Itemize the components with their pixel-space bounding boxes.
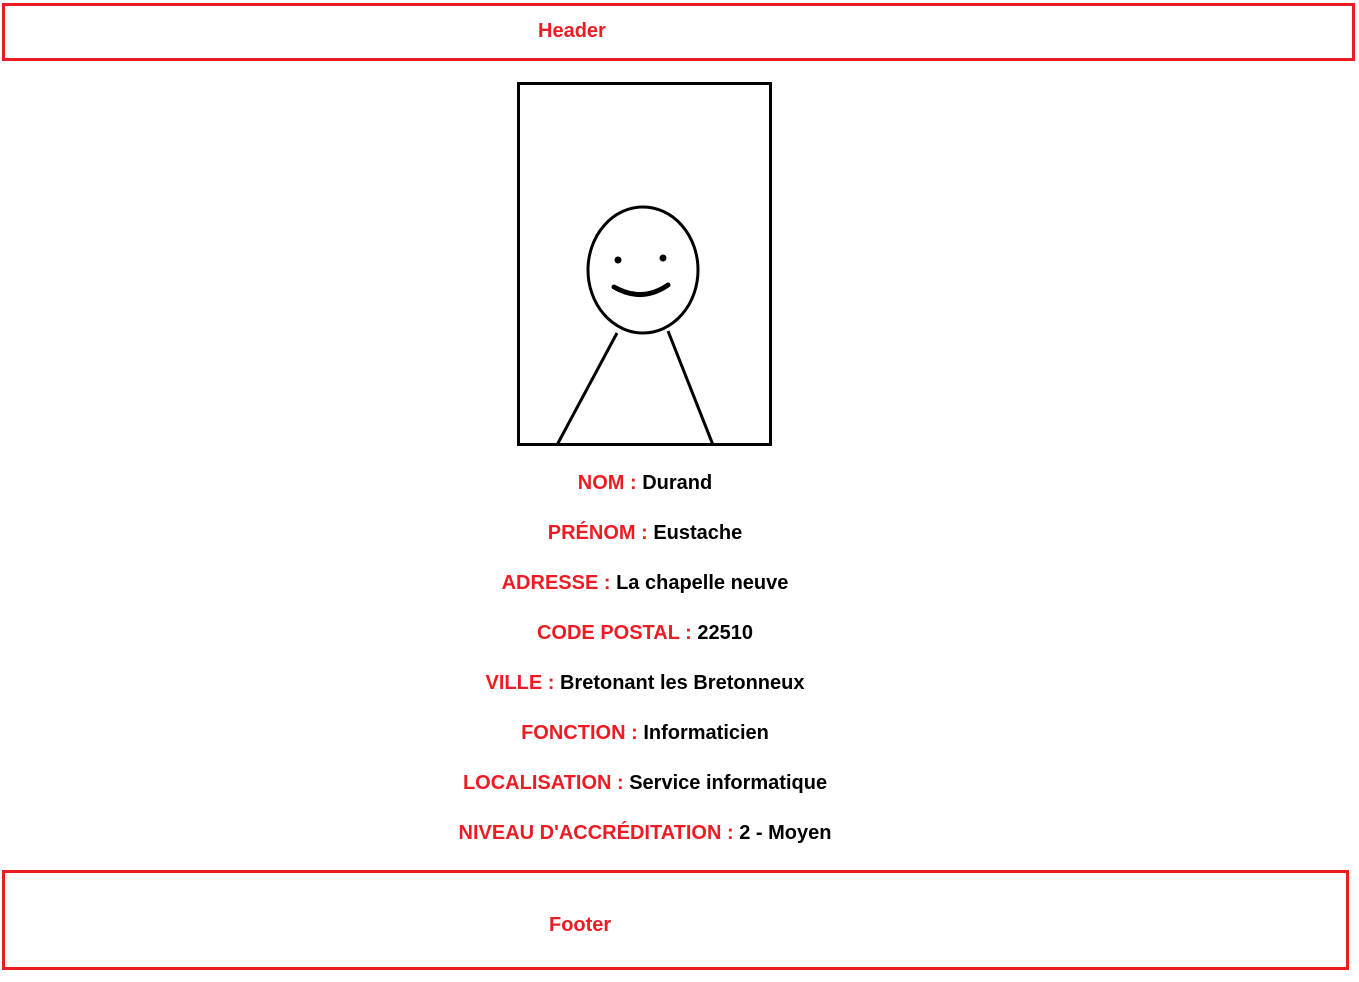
field-ville: VILLE : Bretonant les Bretonneux: [0, 670, 1290, 720]
field-label: CODE POSTAL :: [536, 622, 698, 644]
footer-label: Footer: [549, 914, 612, 936]
field-fonction: FONCTION : Informaticien: [0, 720, 1290, 770]
field-nom: NOM : Durand: [0, 470, 1290, 520]
footer-box: [2, 870, 1349, 970]
header-box: [2, 3, 1355, 61]
field-prenom: PRÉNOM : Eustache: [0, 520, 1290, 570]
field-label: NOM :: [577, 472, 643, 494]
header-label: Header: [538, 20, 606, 42]
field-label: NIVEAU D'ACCRÉDITATION :: [458, 822, 740, 844]
field-value: Durand: [642, 472, 713, 494]
field-value: Eustache: [653, 522, 743, 544]
field-value: La chapelle neuve: [616, 572, 789, 594]
field-value: Informaticien: [643, 722, 769, 744]
field-adresse: ADRESSE : La chapelle neuve: [0, 570, 1290, 620]
field-label: ADRESSE :: [501, 572, 617, 594]
field-localisation: LOCALISATION : Service informatique: [0, 770, 1290, 820]
field-value: Bretonant les Bretonneux: [559, 672, 805, 694]
field-label: PRÉNOM :: [547, 522, 654, 544]
field-value: Service informatique: [629, 772, 828, 794]
field-niveau-accreditation: NIVEAU D'ACCRÉDITATION : 2 - Moyen: [0, 820, 1290, 870]
field-label: VILLE :: [485, 672, 560, 694]
stick-figure-portrait-icon: [556, 205, 714, 443]
field-value: 2 - Moyen: [739, 822, 832, 844]
field-label: FONCTION :: [521, 722, 644, 744]
profile-photo: [517, 82, 772, 446]
field-label: LOCALISATION :: [462, 772, 630, 794]
field-code-postal: CODE POSTAL : 22510: [0, 620, 1290, 670]
field-value: 22510: [697, 622, 753, 644]
profile-fields: NOM : Durand PRÉNOM : Eustache ADRESSE :…: [0, 470, 1290, 870]
